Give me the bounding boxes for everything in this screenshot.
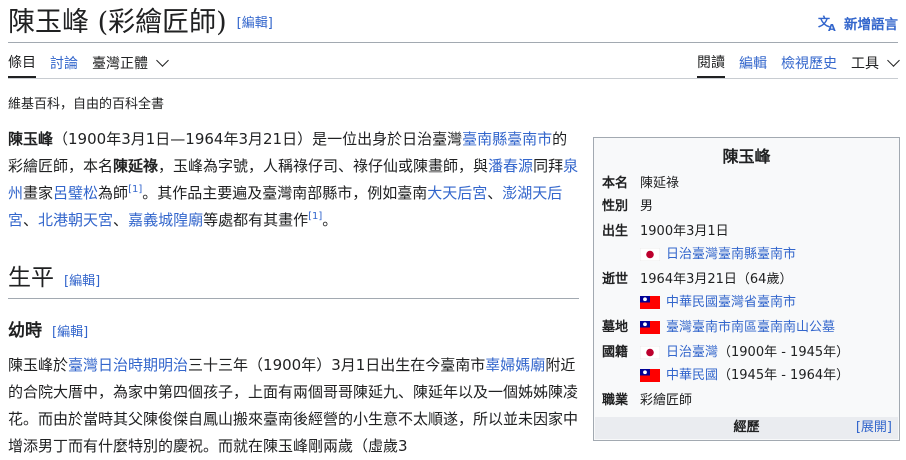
lead-paragraph: 陳玉峰（1900年3月1日—1964年3月21日）是一位出身於日治臺灣臺南縣臺南… [8, 126, 579, 234]
infobox-footer-title: 經歷 [733, 420, 760, 435]
japan-flag-icon [640, 248, 660, 261]
infobox-value: 1900年3月1日 [640, 224, 729, 239]
link-pan-chunyuan[interactable]: 潘春源 [488, 157, 533, 175]
infobox-row-burial: 墓地 臺灣臺南市南區臺南南山公墓 [602, 316, 893, 339]
tab-history[interactable]: 檢視歷史 [781, 53, 837, 77]
infobox-label: 墓地 [602, 320, 629, 335]
infobox-row-born: 出生 1900年3月1日 日治臺灣臺南縣臺南市 [602, 220, 893, 266]
subject-name: 陳玉峰 [8, 130, 54, 148]
roc-flag-icon [640, 321, 660, 334]
tools-label: 工具 [851, 56, 879, 72]
tabs-divider [8, 78, 898, 79]
infobox-value: （1900年 - 1945年） [718, 345, 850, 360]
infobox-collapsible-header: 經歷 [展開] [595, 417, 898, 439]
link-gufu-temple[interactable]: 辜婦媽廟 [485, 356, 545, 374]
variant-label: 臺灣正體 [92, 56, 148, 72]
section-edit-link[interactable]: [編輯] [64, 274, 100, 289]
link-japanese-era[interactable]: 臺灣日治時期明治 [68, 356, 188, 374]
body-text: 陳玉峰於 [8, 356, 69, 374]
tab-article[interactable]: 條目 [8, 52, 36, 78]
add-languages-label: 新增語言 [844, 17, 898, 33]
site-tagline: 維基百科，自由的百科全書 [8, 97, 165, 112]
birth-name: 陳延祿 [113, 157, 159, 175]
infobox-value: 彩繪匠師 [640, 393, 693, 408]
lead-text: ，玉峰為字號，人稱祿仔司、祿仔仙或陳畫師，與 [158, 157, 489, 175]
chevron-down-icon [156, 54, 169, 67]
tab-read[interactable]: 閱讀 [697, 52, 725, 78]
reference-link[interactable]: [1] [308, 211, 322, 222]
link-lu-bisong[interactable]: 呂璧松 [53, 184, 98, 202]
link-beigang-temple[interactable]: 北港朝天宮 [38, 211, 113, 229]
title-row: 陳玉峰 (彩繪匠師) [編輯] 文 A 新增語言 [8, 4, 898, 42]
link-died-place[interactable]: 中華民國臺灣省臺南市 [666, 291, 796, 314]
infobox-value: 男 [640, 199, 654, 214]
lead-text: 。 [322, 211, 338, 229]
infobox-row-occupation: 職業 彩繪匠師 [602, 389, 893, 412]
japan-flag-icon [640, 346, 660, 359]
lead-text: 等處都有其畫作 [203, 211, 309, 229]
add-languages-button[interactable]: 文 A 新增語言 [818, 13, 898, 33]
subsection-heading: 幼時 [編輯] [8, 316, 88, 346]
infobox-value: （1945年 - 1964年） [718, 368, 850, 383]
separator: 、 [113, 211, 129, 229]
lead-text: 同拜 [533, 157, 564, 175]
infobox-label: 職業 [602, 393, 629, 408]
lead-text: （1900年3月1日—1964年3月21日）是一位出身於日治臺灣 [53, 130, 463, 148]
subsection-edit-link[interactable]: [編輯] [52, 325, 88, 340]
infobox-row-name: 本名 陳延祿 [602, 172, 893, 195]
title-edit-link[interactable]: [編輯] [237, 16, 273, 31]
reference-link[interactable]: [1] [128, 184, 142, 195]
infobox-value: 陳延祿 [640, 176, 680, 191]
infobox-label: 出生 [602, 224, 629, 239]
tab-edit[interactable]: 編輯 [739, 53, 767, 77]
link-born-place[interactable]: 日治臺灣臺南縣臺南市 [666, 243, 796, 266]
infobox-label: 性別 [602, 199, 629, 214]
infobox-label: 本名 [602, 176, 629, 191]
link-datian-temple[interactable]: 大天后宮 [427, 184, 487, 202]
page-tabs: 條目 討論 臺灣正體 閱讀 編輯 檢視歷史 工具 [8, 52, 900, 78]
translate-icon: 文 A [818, 14, 836, 32]
infobox-row-nationality: 國籍 日治臺灣 （1900年 - 1945年） 中華民國 （1945年 - 1964… [602, 341, 893, 387]
roc-flag-icon [640, 296, 660, 309]
body-text: 三十三年（1900年）3月1日出生在今臺南市 [188, 356, 486, 374]
page-title-text: 陳玉峰 (彩繪匠師) [8, 7, 227, 38]
lead-text: 。其作品主要遍及臺灣南部縣市，例如臺南 [142, 184, 428, 202]
infobox: 陳玉峰 本名 陳延祿 性別 男 出生 1900年3月1日 日治臺灣臺南縣臺南市 … [593, 137, 900, 441]
tab-talk[interactable]: 討論 [50, 53, 78, 77]
infobox-row-gender: 性別 男 [602, 195, 893, 218]
infobox-row-died: 逝世 1964年3月21日（64歲） 中華民國臺灣省臺南市 [602, 268, 893, 314]
page-title: 陳玉峰 (彩繪匠師) [編輯] [8, 4, 273, 43]
tools-dropdown[interactable]: 工具 [851, 53, 900, 77]
section-title: 生平 [8, 265, 54, 291]
link-japanese-taiwan[interactable]: 日治臺灣 [666, 341, 718, 364]
svg-text:A: A [828, 23, 836, 32]
lead-text: 畫家 [23, 184, 54, 202]
link-burial-place[interactable]: 臺灣臺南市南區臺南南山公墓 [666, 316, 835, 339]
infobox-value: 1964年3月21日（64歲） [640, 272, 793, 287]
infobox-title: 陳玉峰 [722, 147, 771, 166]
separator: 、 [487, 184, 503, 202]
section-heading: 生平 [編輯] [8, 258, 579, 299]
lead-text: 為師 [98, 184, 129, 202]
infobox-label: 國籍 [602, 345, 629, 360]
link-tainan[interactable]: 臺南縣臺南市 [462, 130, 552, 148]
roc-flag-icon [640, 369, 660, 382]
chevron-down-icon [887, 54, 900, 67]
separator: 、 [23, 211, 39, 229]
infobox-label: 逝世 [602, 272, 629, 287]
link-chiayi-temple[interactable]: 嘉義城隍廟 [128, 211, 203, 229]
title-divider [8, 42, 898, 43]
subsection-title: 幼時 [8, 321, 42, 341]
variant-dropdown[interactable]: 臺灣正體 [92, 53, 169, 77]
link-roc[interactable]: 中華民國 [666, 364, 718, 387]
expand-toggle[interactable]: [展開] [856, 417, 892, 439]
body-paragraph: 陳玉峰於臺灣日治時期明治三十三年（1900年）3月1日出生在今臺南市辜婦媽廟附近… [8, 352, 579, 460]
